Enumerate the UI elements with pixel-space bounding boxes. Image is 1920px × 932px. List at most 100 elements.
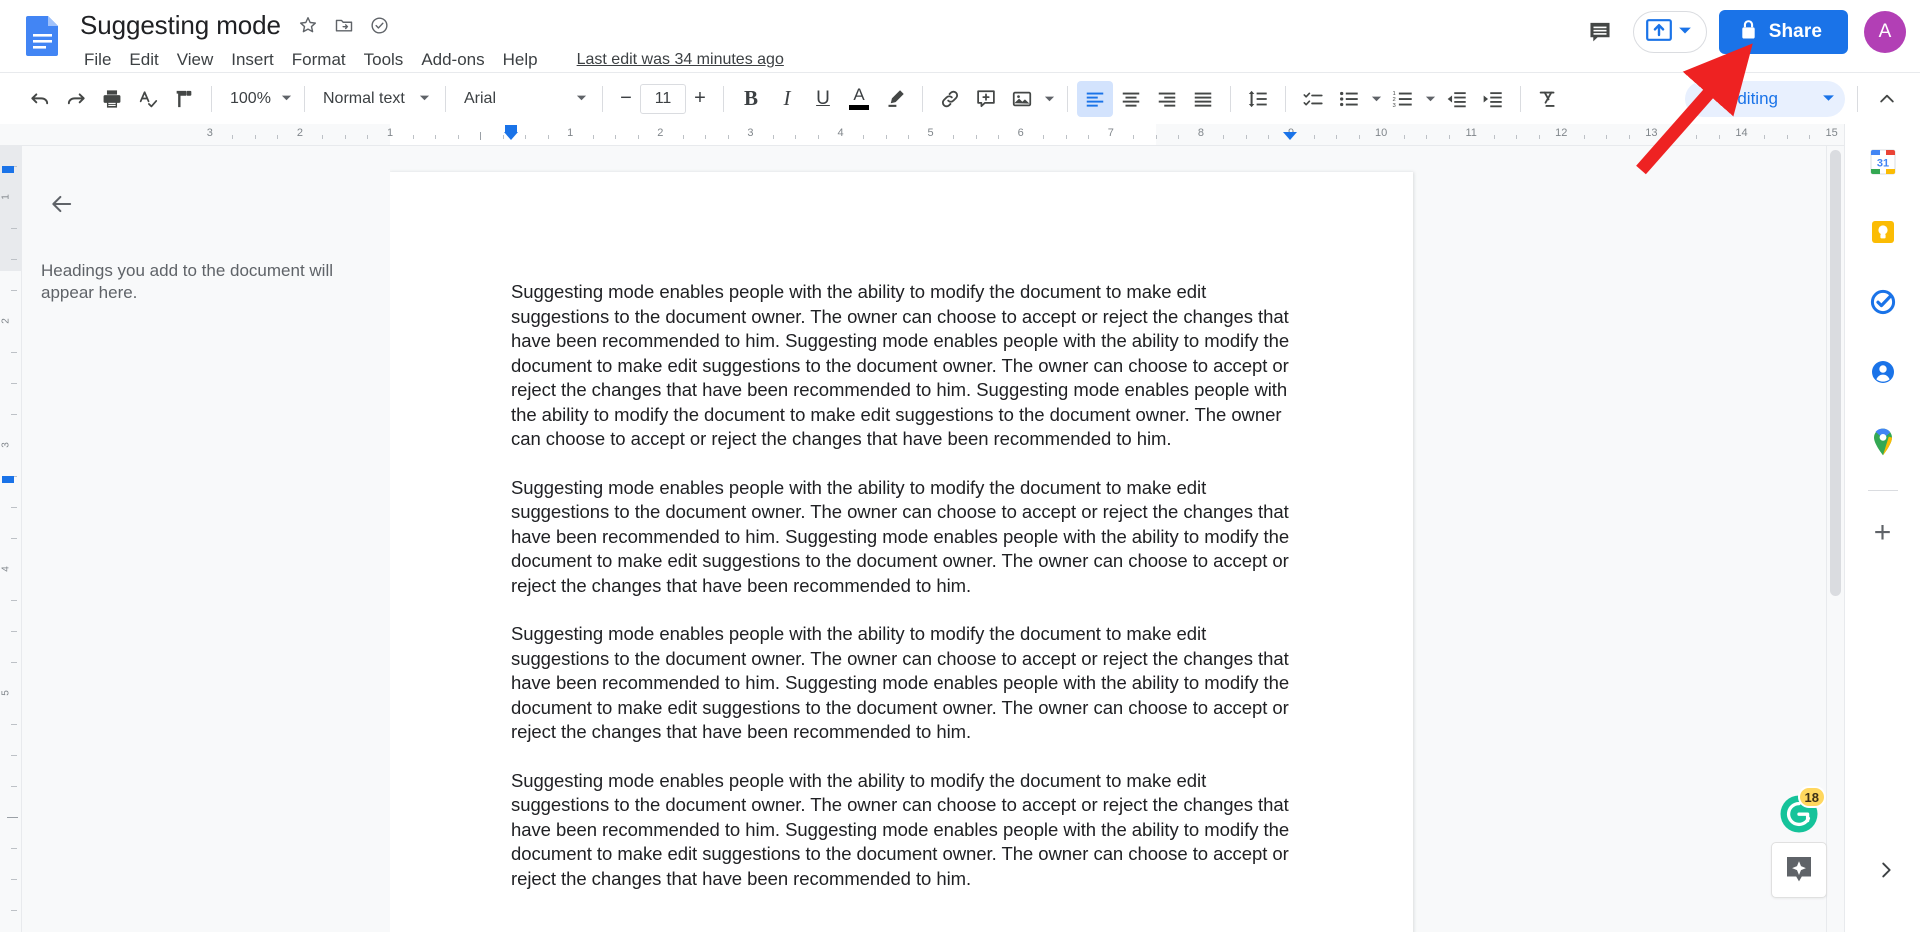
google-contacts-icon[interactable]: [1859, 348, 1907, 396]
italic-button[interactable]: I: [769, 81, 805, 117]
comment-history-icon[interactable]: [1579, 11, 1621, 53]
chevron-down-icon[interactable]: [1678, 23, 1692, 42]
align-justify-button[interactable]: [1185, 81, 1221, 117]
indent-decrease-button[interactable]: [1439, 81, 1475, 117]
font-family-dropdown[interactable]: Arial: [455, 82, 593, 116]
move-to-folder-icon[interactable]: [333, 14, 355, 36]
collapse-toolbar-button[interactable]: [1868, 80, 1906, 118]
present-button[interactable]: [1632, 11, 1707, 53]
indent-increase-button[interactable]: [1475, 81, 1511, 117]
ruler-tick: [1133, 135, 1135, 139]
vertical-indent-marker[interactable]: [2, 476, 14, 483]
right-indent-marker[interactable]: [1283, 132, 1297, 140]
ruler-tick: [435, 135, 437, 139]
font-size-input[interactable]: 11: [640, 83, 686, 114]
document-paragraph[interactable]: Suggesting mode enables people with the …: [511, 280, 1291, 452]
ruler-tick: [11, 848, 17, 849]
add-addon-button[interactable]: +: [1861, 511, 1905, 555]
numbered-list-caret[interactable]: [1421, 81, 1439, 117]
add-comment-button[interactable]: [968, 81, 1004, 117]
google-maps-icon[interactable]: [1859, 418, 1907, 466]
menu-item-format[interactable]: Format: [283, 48, 355, 72]
ruler-tick: [1065, 135, 1067, 139]
align-left-button[interactable]: [1077, 80, 1113, 117]
vertical-ruler[interactable]: 1 2 3 4 5: [0, 146, 22, 932]
cloud-saved-icon[interactable]: [369, 14, 391, 36]
vertical-scrollbar[interactable]: [1826, 146, 1844, 932]
line-spacing-button[interactable]: [1240, 81, 1276, 117]
align-right-icon: [1158, 92, 1176, 107]
ruler-tick: [1809, 135, 1811, 139]
clear-formatting-button[interactable]: [1530, 81, 1566, 117]
bulleted-list-button[interactable]: [1331, 81, 1367, 117]
bulleted-list-caret[interactable]: [1367, 81, 1385, 117]
top-margin-marker[interactable]: [2, 166, 14, 173]
ruler-tick: [1358, 135, 1360, 139]
ruler-number: 11: [1465, 127, 1477, 139]
image-options-caret[interactable]: [1040, 81, 1058, 117]
align-center-button[interactable]: [1113, 81, 1149, 117]
numbered-list-button[interactable]: 1 2 3: [1385, 81, 1421, 117]
star-icon[interactable]: [297, 14, 319, 36]
left-indent-marker[interactable]: [504, 132, 518, 140]
underline-button[interactable]: U: [805, 81, 841, 117]
avatar[interactable]: A: [1864, 11, 1906, 53]
chevron-down-icon: [1822, 89, 1835, 109]
print-icon[interactable]: [94, 81, 130, 117]
align-right-button[interactable]: [1149, 81, 1185, 117]
share-button[interactable]: Share: [1718, 10, 1848, 54]
document-body[interactable]: Suggesting mode enables people with the …: [511, 280, 1291, 915]
editing-mode-button[interactable]: Editing: [1685, 80, 1845, 117]
font-size-increase-button[interactable]: +: [686, 84, 714, 114]
menu-item-insert[interactable]: Insert: [222, 48, 283, 72]
svg-text:2: 2: [1392, 97, 1395, 103]
last-edit-link[interactable]: Last edit was 34 minutes ago: [577, 51, 784, 69]
paragraph-style-dropdown[interactable]: Normal text: [314, 82, 436, 116]
toolbar-divider: [723, 85, 724, 112]
spellcheck-icon[interactable]: [130, 81, 166, 117]
text-color-button[interactable]: A: [841, 81, 877, 117]
google-tasks-icon[interactable]: [1859, 278, 1907, 326]
insert-image-button[interactable]: [1004, 81, 1040, 117]
ruler-tick: [1696, 135, 1698, 139]
menu-item-edit[interactable]: Edit: [120, 48, 167, 72]
redo-icon[interactable]: [58, 81, 94, 117]
document-paragraph[interactable]: Suggesting mode enables people with the …: [511, 476, 1291, 599]
ruler-tick: [1764, 135, 1766, 139]
horizontal-ruler[interactable]: 3 2 1 1 2 3 4 5 6 7 8 9 10 11 12 13 14 15: [0, 124, 1868, 146]
menu-item-addons[interactable]: Add-ons: [412, 48, 493, 72]
font-size-decrease-button[interactable]: −: [612, 84, 640, 114]
scrollbar-thumb[interactable]: [1830, 150, 1841, 596]
ruler-tick: [11, 538, 17, 539]
document-paragraph[interactable]: Suggesting mode enables people with the …: [511, 769, 1291, 892]
ruler-tick: [1516, 135, 1518, 139]
document-canvas[interactable]: Suggesting mode enables people with the …: [390, 146, 1844, 932]
highlight-button[interactable]: [877, 81, 913, 117]
bold-button[interactable]: B: [733, 81, 769, 117]
paint-format-icon[interactable]: [166, 81, 202, 117]
menu-item-file[interactable]: File: [80, 48, 120, 72]
header-actions: Share A: [1579, 10, 1906, 54]
menu-item-help[interactable]: Help: [494, 48, 547, 72]
insert-link-button[interactable]: [932, 81, 968, 117]
docs-logo-icon[interactable]: [22, 14, 64, 58]
google-calendar-icon[interactable]: 31: [1859, 138, 1907, 186]
google-keep-icon[interactable]: [1859, 208, 1907, 256]
document-page[interactable]: Suggesting mode enables people with the …: [390, 172, 1413, 932]
close-outline-button[interactable]: [42, 184, 82, 224]
zoom-dropdown[interactable]: 100%: [221, 82, 295, 116]
editing-mode-label: Editing: [1726, 88, 1778, 108]
page-title[interactable]: Suggesting mode: [80, 10, 281, 40]
explore-button[interactable]: [1771, 842, 1827, 898]
checklist-button[interactable]: [1295, 81, 1331, 117]
ruler-tick: [412, 135, 414, 139]
lock-icon: [1739, 19, 1758, 46]
grammarly-icon[interactable]: 18: [1779, 786, 1826, 834]
document-paragraph[interactable]: Suggesting mode enables people with the …: [511, 622, 1291, 745]
menu-item-tools[interactable]: Tools: [355, 48, 413, 72]
undo-icon[interactable]: [22, 81, 58, 117]
chevron-right-icon: [1882, 862, 1891, 878]
expand-panel-button[interactable]: [1866, 850, 1906, 890]
menu-item-view[interactable]: View: [168, 48, 223, 72]
ruler-tick: [1268, 135, 1270, 139]
